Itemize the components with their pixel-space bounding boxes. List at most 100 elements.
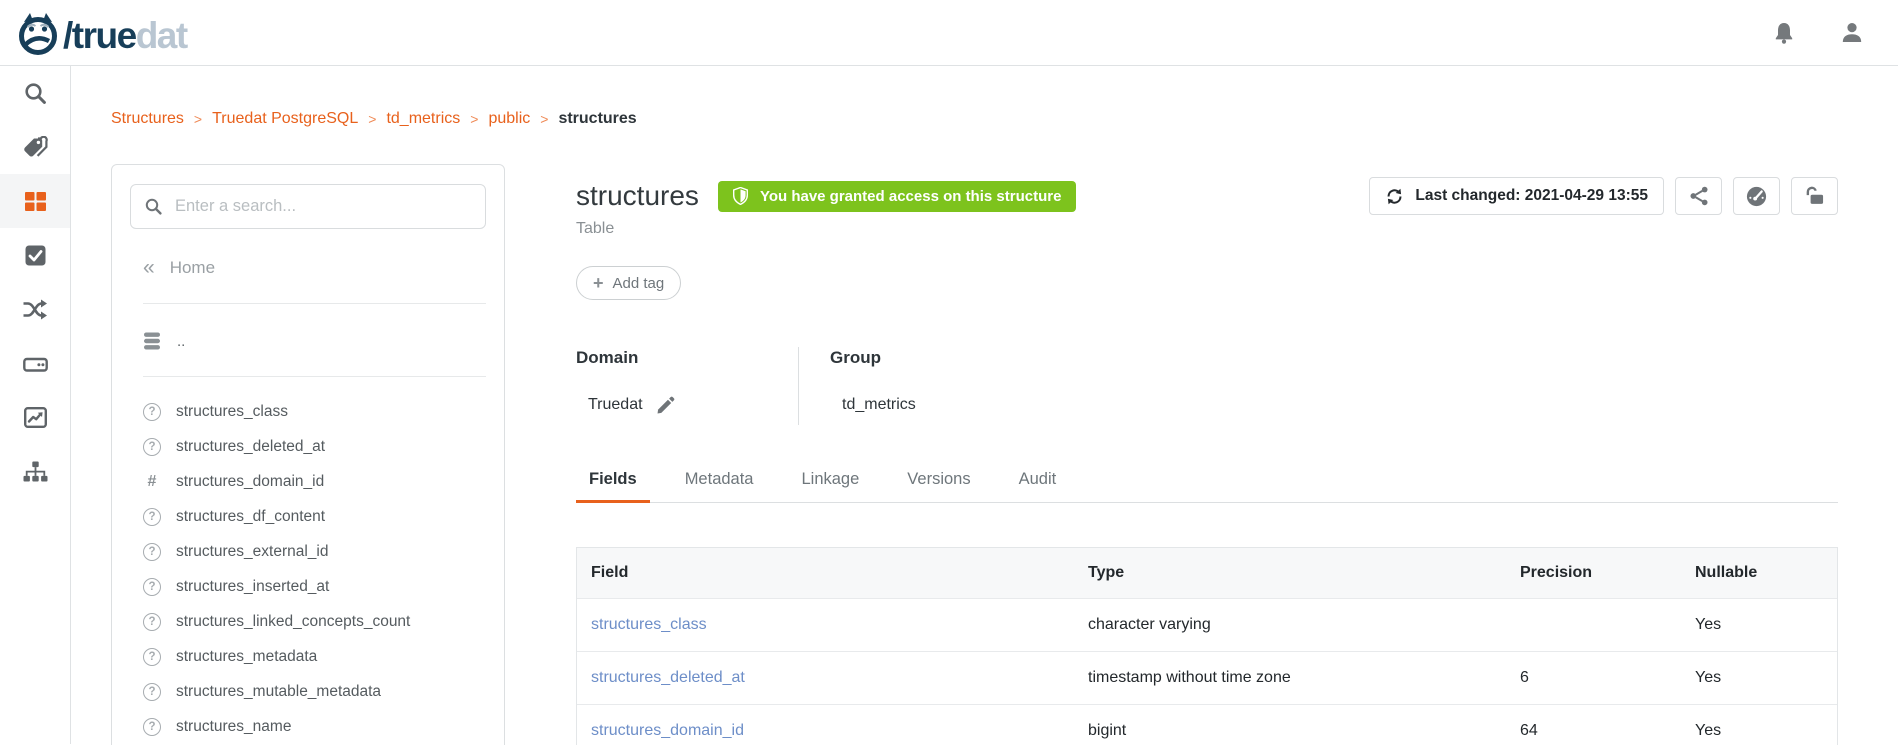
sidebar-item-quality[interactable] <box>0 228 70 282</box>
field-label: structures_mutable_metadata <box>176 683 381 701</box>
drive-icon <box>23 354 48 372</box>
list-item[interactable]: ? structures_class <box>130 394 486 429</box>
search-input[interactable] <box>175 197 471 216</box>
unlock-button[interactable] <box>1791 177 1838 215</box>
question-circle-icon: ? <box>143 543 161 561</box>
field-label: structures_metadata <box>176 648 317 666</box>
domain-column: Domain Truedat <box>576 347 798 425</box>
list-item[interactable]: ? structures_metadata <box>130 639 486 674</box>
list-item[interactable]: ? structures_mutable_metadata <box>130 674 486 709</box>
detail-tabs: Fields Metadata Linkage Versions Audit <box>576 470 1838 503</box>
navigator-parent-item[interactable]: .. <box>130 329 486 353</box>
question-circle-icon: ? <box>143 683 161 701</box>
add-tag-label: Add tag <box>613 275 665 292</box>
gauge-icon <box>1745 185 1768 208</box>
double-chevron-left-icon: « <box>143 258 155 278</box>
sidebar-item-lineage[interactable] <box>0 282 70 336</box>
sidebar-item-glossary[interactable] <box>0 120 70 174</box>
breadcrumb-link-structures[interactable]: Structures <box>111 110 184 128</box>
field-link[interactable]: structures_deleted_at <box>591 669 745 686</box>
title-group: structures You have granted access on t <box>576 177 1076 238</box>
column-header-type: Type <box>1074 564 1506 582</box>
structure-search-box[interactable] <box>130 184 486 229</box>
list-item[interactable]: ? structures_inserted_at <box>130 569 486 604</box>
parent-item-label: .. <box>177 333 185 350</box>
list-item[interactable]: ? structures_name <box>130 709 486 744</box>
notifications-bell-icon[interactable] <box>1772 21 1796 45</box>
panel-divider <box>143 376 486 377</box>
list-item[interactable]: # structures_domain_id <box>130 464 486 499</box>
granted-access-badge: You have granted access on this structur… <box>718 181 1076 212</box>
fields-table: Field Type Precision Nullable structures… <box>576 547 1838 745</box>
question-circle-icon: ? <box>143 438 161 456</box>
precision-cell: 6 <box>1506 669 1681 687</box>
domain-value: Truedat <box>588 394 643 416</box>
refresh-icon <box>1385 187 1404 206</box>
breadcrumb-separator-icon: > <box>470 111 478 127</box>
user-avatar-icon[interactable] <box>1840 21 1864 45</box>
tab-linkage[interactable]: Linkage <box>788 470 872 502</box>
sidebar-item-dashboards[interactable] <box>0 390 70 444</box>
list-item[interactable]: ? structures_df_content <box>130 499 486 534</box>
list-item[interactable]: ? structures_deleted_at <box>130 429 486 464</box>
shield-icon <box>733 187 748 205</box>
question-circle-icon: ? <box>143 403 161 421</box>
home-label: Home <box>170 258 215 278</box>
tab-versions[interactable]: Versions <box>894 470 983 502</box>
question-circle-icon: ? <box>143 578 161 596</box>
profiling-gauge-button[interactable] <box>1733 177 1780 215</box>
app-window: /truedat <box>0 0 1898 745</box>
list-item[interactable]: ? structures_external_id <box>130 534 486 569</box>
precision-cell: 64 <box>1506 722 1681 740</box>
add-tag-button[interactable]: + Add tag <box>576 266 681 300</box>
pencil-icon <box>656 396 675 415</box>
field-label: structures_inserted_at <box>176 578 329 596</box>
field-label: structures_deleted_at <box>176 438 325 456</box>
header-buttons: Last changed: 2021-04-29 13:55 <box>1369 177 1838 215</box>
sidebar-item-structures[interactable] <box>0 174 70 228</box>
field-link[interactable]: structures_class <box>591 616 707 633</box>
breadcrumb-link-schema[interactable]: public <box>488 110 530 128</box>
tab-fields[interactable]: Fields <box>576 470 650 503</box>
field-link[interactable]: structures_domain_id <box>591 722 744 739</box>
breadcrumb-current: structures <box>558 110 636 128</box>
question-circle-icon: ? <box>143 718 161 736</box>
breadcrumb-link-system[interactable]: Truedat PostgreSQL <box>212 110 358 128</box>
hash-icon: # <box>143 473 161 491</box>
icon-sidebar <box>0 66 71 744</box>
tab-metadata[interactable]: Metadata <box>672 470 767 502</box>
last-changed-label: Last changed: 2021-04-29 13:55 <box>1415 187 1648 205</box>
sidebar-item-taxonomy[interactable] <box>0 444 70 498</box>
question-circle-icon: ? <box>143 613 161 631</box>
truedat-logo[interactable]: /truedat <box>16 10 187 56</box>
detail-header: structures You have granted access on t <box>576 177 1838 238</box>
structure-navigator-panel: « Home .. <box>111 164 505 745</box>
check-square-icon <box>25 245 46 266</box>
sidebar-item-search[interactable] <box>0 66 70 120</box>
nullable-cell: Yes <box>1681 616 1837 634</box>
list-item[interactable]: ? structures_linked_concepts_count <box>130 604 486 639</box>
tab-audit[interactable]: Audit <box>1006 470 1070 502</box>
grid-icon <box>25 192 46 211</box>
field-label: structures_linked_concepts_count <box>176 613 410 631</box>
database-stack-icon <box>143 332 161 350</box>
navigator-home-button[interactable]: « Home <box>130 256 486 280</box>
column-header-precision: Precision <box>1506 564 1681 582</box>
table-row: structures_class character varying Yes <box>577 598 1837 651</box>
domain-group-section: Domain Truedat <box>576 347 1838 425</box>
breadcrumb-link-database[interactable]: td_metrics <box>386 110 460 128</box>
shuffle-icon <box>22 298 48 321</box>
search-icon <box>145 198 162 215</box>
badge-text: You have granted access on this structur… <box>760 188 1061 205</box>
refresh-last-changed-button[interactable]: Last changed: 2021-04-29 13:55 <box>1369 177 1664 215</box>
panel-divider <box>143 303 486 304</box>
table-header-row: Field Type Precision Nullable <box>577 548 1837 598</box>
topbar-actions <box>1772 21 1870 45</box>
share-button[interactable] <box>1675 177 1722 215</box>
edit-domain-button[interactable] <box>656 396 675 415</box>
nullable-cell: Yes <box>1681 722 1837 740</box>
tags-icon <box>23 136 48 159</box>
breadcrumb: Structures > Truedat PostgreSQL > td_met… <box>111 110 1838 128</box>
column-header-nullable: Nullable <box>1681 564 1837 582</box>
sidebar-item-sources[interactable] <box>0 336 70 390</box>
